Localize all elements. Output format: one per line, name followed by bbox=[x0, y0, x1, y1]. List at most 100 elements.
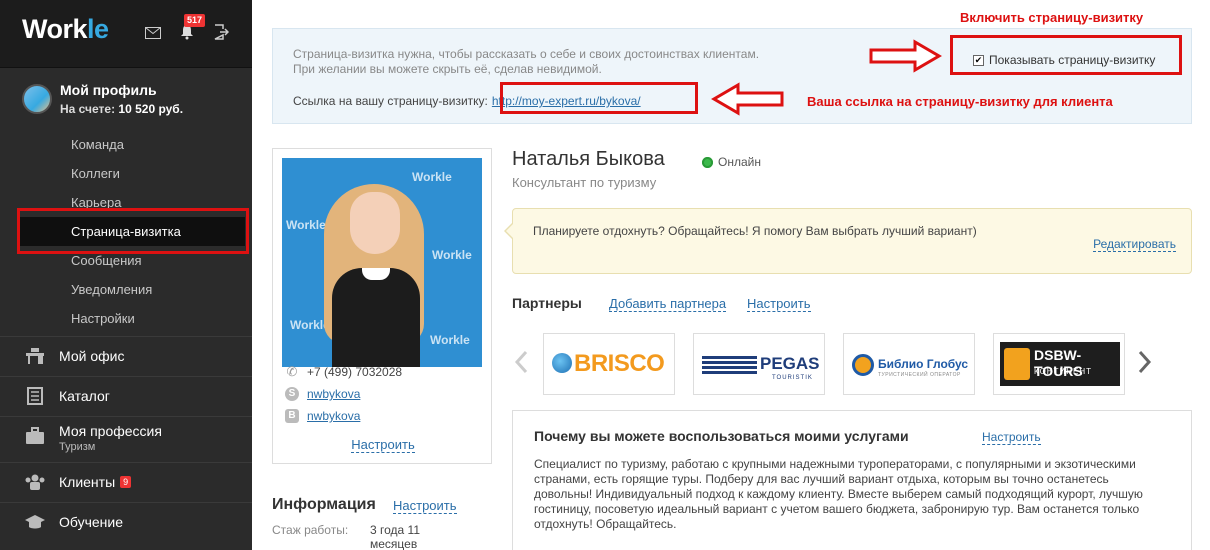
profile-card: Workle Workle Workle Workle Workle ✆ +7 … bbox=[272, 148, 492, 464]
profile-summary[interactable]: Мой профиль На счете: 10 520 руб. bbox=[0, 68, 252, 130]
logo-text-accent: le bbox=[87, 14, 109, 44]
account-balance: На счете: 10 520 руб. bbox=[60, 102, 183, 116]
nav-label: Моя профессия bbox=[59, 423, 162, 439]
add-partner-link[interactable]: Добавить партнера bbox=[609, 297, 727, 312]
subnav-item-settings[interactable]: Настройки bbox=[0, 304, 252, 333]
graduation-cap-icon bbox=[24, 513, 46, 533]
pegas-sub: TOURISTIK bbox=[772, 375, 813, 381]
logo-text: Work bbox=[22, 14, 88, 44]
partner-logo-biblio-globus[interactable]: Библио Глобус ТУРИСТИЧЕСКИЙ ОПЕРАТОР bbox=[843, 333, 975, 395]
desk-icon bbox=[24, 347, 46, 367]
mail-icon[interactable] bbox=[136, 24, 170, 46]
nav-item-my-profession[interactable]: Моя профессия Туризм bbox=[0, 416, 252, 462]
nav-label: Мой офис bbox=[59, 348, 125, 364]
online-dot-icon bbox=[702, 156, 713, 168]
edit-greeting-link[interactable]: Редактировать bbox=[1093, 238, 1176, 252]
nav-label: Обучение bbox=[59, 514, 124, 530]
workle-logo[interactable]: Workle bbox=[22, 14, 109, 45]
vk-icon: B bbox=[285, 409, 299, 423]
balance-value: 10 520 руб. bbox=[118, 102, 184, 116]
nav-sublabel: Туризм bbox=[59, 441, 96, 453]
carousel-prev-icon[interactable] bbox=[514, 350, 528, 379]
experience-value: 3 года 11 месяцев bbox=[370, 523, 420, 550]
phone-value: +7 (499) 7032028 bbox=[307, 365, 403, 379]
dsbw-panel: DSBW-TOURS КОНТИНЕНТ bbox=[1000, 342, 1120, 386]
experience-label: Стаж работы: bbox=[272, 523, 349, 537]
vk-link[interactable]: nwbykova bbox=[307, 409, 360, 423]
biblio-sub: ТУРИСТИЧЕСКИЙ ОПЕРАТОР bbox=[878, 372, 961, 378]
partners-title: Партнеры bbox=[512, 295, 582, 311]
notifications-badge: 517 bbox=[184, 14, 206, 27]
sidebar: Workle 517 Мой профиль На счете: 10 520 … bbox=[0, 0, 252, 550]
balance-label: На счете: bbox=[60, 102, 116, 116]
user-name: Наталья Быкова bbox=[512, 148, 665, 170]
info-line-2: При желании вы можете скрыть её, сделав … bbox=[293, 62, 602, 76]
info-setup-link[interactable]: Настроить bbox=[393, 499, 457, 514]
skype-icon: S bbox=[285, 387, 299, 401]
annotation-highlight-link bbox=[500, 82, 698, 114]
contact-vk: B nwbykova bbox=[285, 407, 360, 425]
profile-card-setup-link[interactable]: Настроить bbox=[273, 437, 493, 453]
pegas-text: PEGAS bbox=[760, 354, 820, 373]
why-me-setup-link[interactable]: Настроить bbox=[982, 431, 1041, 445]
annotation-highlight-subnav bbox=[17, 208, 249, 254]
annotation-arrow-left-icon bbox=[711, 82, 784, 116]
bell-icon[interactable]: 517 bbox=[170, 14, 206, 46]
logout-icon[interactable] bbox=[204, 24, 238, 46]
subnav-item-team[interactable]: Команда bbox=[0, 130, 252, 159]
nav-item-education[interactable]: Обучение bbox=[0, 502, 252, 542]
contact-skype: S nwbykova bbox=[285, 385, 360, 403]
pegas-stripes bbox=[702, 356, 757, 376]
biblio-globe-icon bbox=[852, 354, 874, 376]
status-label: Онлайн bbox=[718, 155, 761, 169]
subnav-item-colleagues[interactable]: Коллеги bbox=[0, 159, 252, 188]
annotation-enable-card: Включить страницу-визитку bbox=[960, 10, 1144, 25]
why-me-section: Почему вы можете воспользоваться моими у… bbox=[512, 410, 1192, 550]
photo-brand-text: Workle bbox=[432, 248, 472, 262]
nav-label-text: Клиенты bbox=[59, 474, 116, 490]
nav-label: Клиенты 9 bbox=[59, 474, 132, 490]
annotation-arrow-right-icon bbox=[869, 39, 942, 73]
nav-item-catalog[interactable]: Каталог bbox=[0, 376, 252, 416]
app-root: Workle 517 Мой профиль На счете: 10 520 … bbox=[0, 0, 1210, 550]
main-content: Включить страницу-визитку Страница-визит… bbox=[252, 0, 1210, 550]
brisco-text: BRISCO bbox=[574, 350, 665, 377]
main-nav: Мой офис Каталог Моя профессия Туризм Кл… bbox=[0, 336, 252, 542]
dsbw-badge-icon bbox=[1004, 348, 1030, 380]
info-section-title: Информация bbox=[272, 496, 376, 513]
photo-brand-text: Workle bbox=[430, 333, 470, 347]
people-icon bbox=[24, 473, 46, 493]
profile-photo: Workle Workle Workle Workle Workle bbox=[282, 158, 482, 367]
biblio-text: Библио Глобус bbox=[878, 357, 969, 371]
photo-face bbox=[350, 192, 400, 254]
online-status: Онлайн bbox=[702, 155, 761, 169]
user-title: Консультант по туризму bbox=[512, 175, 657, 190]
avatar bbox=[22, 84, 52, 114]
profile-link[interactable]: Мой профиль bbox=[60, 82, 157, 98]
partner-logo-dsbw[interactable]: DSBW-TOURS КОНТИНЕНТ bbox=[993, 333, 1125, 395]
brisco-wordmark: BRISCO bbox=[552, 350, 665, 378]
nav-item-clients[interactable]: Клиенты 9 bbox=[0, 462, 252, 502]
carousel-next-icon[interactable] bbox=[1138, 350, 1152, 379]
annotation-highlight-checkbox bbox=[950, 35, 1182, 75]
catalog-icon bbox=[24, 387, 46, 407]
sidebar-header: Workle 517 bbox=[0, 0, 252, 68]
skype-link[interactable]: nwbykova bbox=[307, 387, 360, 401]
nav-item-my-office[interactable]: Мой офис bbox=[0, 336, 252, 376]
annotation-your-link: Ваша ссылка на страницу-визитку для клие… bbox=[807, 94, 1113, 109]
nav-label: Каталог bbox=[59, 388, 110, 404]
contact-phone: ✆ +7 (499) 7032028 bbox=[285, 363, 403, 381]
clients-count-badge: 9 bbox=[120, 476, 132, 488]
partner-logo-pegas[interactable]: PEGAS TOURISTIK bbox=[693, 333, 825, 395]
partner-logo-brisco[interactable]: BRISCO bbox=[543, 333, 675, 395]
partners-setup-link[interactable]: Настроить bbox=[747, 297, 811, 312]
subnav-item-notifications[interactable]: Уведомления bbox=[0, 275, 252, 304]
photo-dress bbox=[332, 268, 420, 367]
greeting-bubble: Планируете отдохнуть? Обращайтесь! Я пом… bbox=[504, 208, 1192, 274]
info-line-1: Страница-визитка нужна, чтобы рассказать… bbox=[293, 47, 760, 61]
briefcase-icon bbox=[24, 427, 46, 447]
header-icons: 517 bbox=[136, 14, 238, 46]
card-link-label: Ссылка на вашу страницу-визитку: bbox=[293, 94, 488, 108]
phone-icon: ✆ bbox=[286, 364, 298, 379]
photo-brand-text: Workle bbox=[286, 218, 326, 232]
